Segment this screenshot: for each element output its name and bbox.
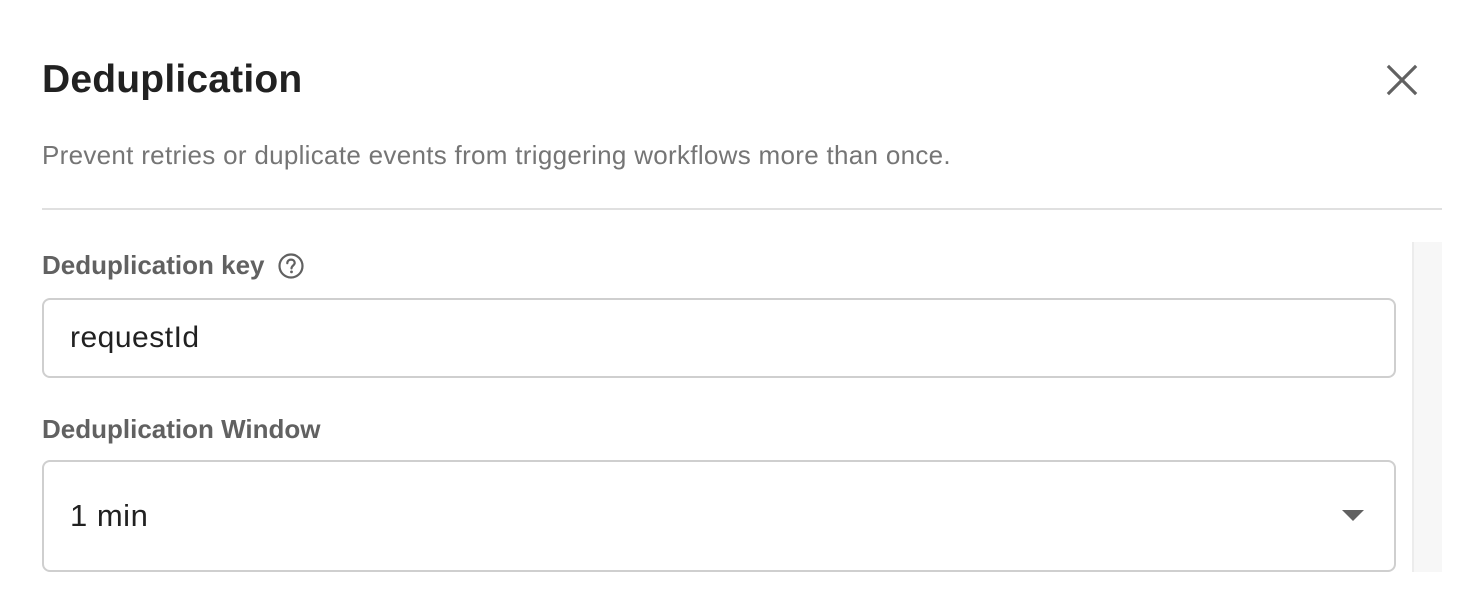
scrollbar-track[interactable] xyxy=(1412,242,1442,572)
header-divider xyxy=(42,208,1442,210)
deduplication-key-label: Deduplication key xyxy=(42,250,305,281)
help-circle-icon[interactable] xyxy=(277,252,305,280)
chevron-down-icon xyxy=(1342,510,1364,521)
deduplication-dialog: Deduplication Prevent retries or duplica… xyxy=(0,0,1462,610)
deduplication-window-label-text: Deduplication Window xyxy=(42,414,321,444)
deduplication-window-label: Deduplication Window xyxy=(42,414,321,445)
close-icon xyxy=(1386,64,1418,96)
deduplication-key-input[interactable] xyxy=(70,321,1394,355)
close-button[interactable] xyxy=(1376,54,1428,106)
deduplication-key-field[interactable] xyxy=(42,298,1396,378)
deduplication-window-value: 1 min xyxy=(70,498,149,533)
deduplication-key-label-text: Deduplication key xyxy=(42,250,265,280)
deduplication-window-select[interactable]: 1 min xyxy=(42,460,1396,572)
dialog-title: Deduplication xyxy=(42,58,303,101)
dialog-description: Prevent retries or duplicate events from… xyxy=(42,140,951,170)
